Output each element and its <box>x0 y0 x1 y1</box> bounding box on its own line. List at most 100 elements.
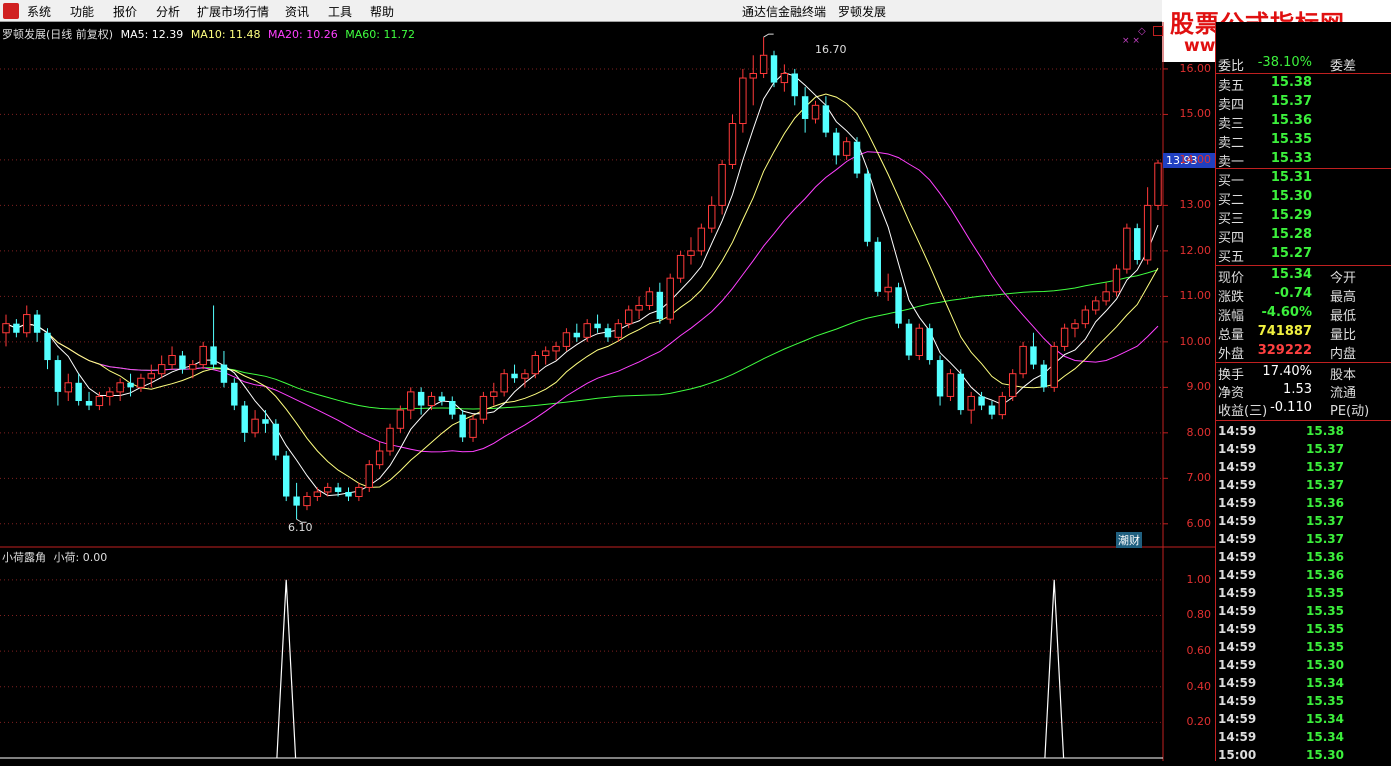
candle[interactable] <box>95 391 104 411</box>
menu-help[interactable]: 帮助 <box>370 3 394 20</box>
candle[interactable] <box>116 378 124 401</box>
candle[interactable] <box>313 487 322 502</box>
menu-analysis[interactable]: 分析 <box>156 3 180 20</box>
candle[interactable] <box>1071 319 1079 338</box>
candle[interactable] <box>386 423 394 456</box>
candle[interactable] <box>85 391 93 411</box>
candle[interactable] <box>718 159 726 215</box>
candle[interactable] <box>396 405 405 433</box>
candle[interactable] <box>811 100 820 124</box>
candle[interactable] <box>915 323 924 361</box>
candle[interactable] <box>864 169 871 247</box>
candle[interactable] <box>13 319 20 338</box>
candle[interactable] <box>272 419 280 461</box>
candle[interactable] <box>303 491 311 511</box>
candle[interactable] <box>417 387 425 415</box>
candle[interactable] <box>490 382 498 406</box>
menu-quote[interactable]: 报价 <box>113 3 137 20</box>
candle[interactable] <box>791 68 798 106</box>
menu-system[interactable]: 系统 <box>27 3 51 20</box>
candle[interactable] <box>541 346 550 365</box>
candle[interactable] <box>1112 264 1121 297</box>
candle[interactable] <box>500 369 508 397</box>
candle[interactable] <box>957 369 965 415</box>
candle[interactable] <box>770 50 778 88</box>
candle[interactable] <box>375 441 384 470</box>
candle[interactable] <box>199 341 207 370</box>
candle[interactable] <box>1123 223 1131 274</box>
candle[interactable] <box>54 355 62 406</box>
menu-function[interactable]: 功能 <box>70 3 94 20</box>
candle[interactable] <box>157 355 166 379</box>
candle[interactable] <box>1030 332 1037 370</box>
candle[interactable] <box>759 37 768 79</box>
candle[interactable] <box>573 323 581 342</box>
candle[interactable] <box>407 387 415 420</box>
candle[interactable] <box>1092 296 1100 315</box>
candle[interactable] <box>282 451 290 502</box>
candle[interactable] <box>449 396 456 420</box>
candle[interactable] <box>895 282 902 329</box>
candle[interactable] <box>624 305 633 329</box>
candle[interactable] <box>562 328 571 351</box>
candle[interactable] <box>44 328 51 370</box>
candle[interactable] <box>137 373 145 392</box>
candle[interactable] <box>210 305 217 370</box>
candle[interactable] <box>666 273 674 324</box>
menu-news[interactable]: 资讯 <box>285 3 309 20</box>
candle[interactable] <box>801 87 809 133</box>
candle[interactable] <box>106 387 114 406</box>
candle[interactable] <box>708 196 716 233</box>
candle[interactable] <box>1050 341 1058 392</box>
candle[interactable] <box>511 364 518 383</box>
candle[interactable] <box>884 273 892 301</box>
chaocai-badge[interactable]: 潮财 <box>1116 532 1142 548</box>
close-icon[interactable] <box>1153 26 1163 36</box>
candle[interactable] <box>998 391 1007 420</box>
candle[interactable] <box>469 414 477 442</box>
candle[interactable] <box>231 378 238 411</box>
candle[interactable] <box>874 237 882 297</box>
candle[interactable] <box>531 350 540 379</box>
candle[interactable] <box>833 128 840 165</box>
menu-tools[interactable]: 工具 <box>328 3 352 20</box>
candle[interactable] <box>345 487 352 502</box>
candle[interactable] <box>220 350 228 388</box>
candle[interactable] <box>967 391 975 424</box>
candle[interactable] <box>1102 282 1110 306</box>
candle[interactable] <box>241 400 248 442</box>
candle[interactable] <box>251 410 259 438</box>
candle[interactable] <box>905 319 913 361</box>
candle[interactable] <box>645 287 654 311</box>
candle[interactable] <box>293 482 300 520</box>
candle[interactable] <box>676 250 685 283</box>
candle[interactable] <box>988 400 996 420</box>
candle[interactable] <box>262 410 269 433</box>
candle[interactable] <box>656 282 664 324</box>
candle[interactable] <box>1154 159 1162 210</box>
candle[interactable] <box>438 391 446 406</box>
candle[interactable] <box>1008 369 1017 401</box>
candle[interactable] <box>1081 305 1090 329</box>
candle[interactable] <box>946 369 955 401</box>
candle[interactable] <box>936 355 944 406</box>
candle[interactable] <box>33 310 41 342</box>
candle[interactable] <box>427 391 436 411</box>
candle[interactable] <box>1134 223 1141 265</box>
candle[interactable] <box>853 137 861 179</box>
candle[interactable] <box>739 68 747 133</box>
candle[interactable] <box>842 137 851 160</box>
candle[interactable] <box>594 314 601 333</box>
candle[interactable] <box>1040 360 1048 392</box>
candle[interactable] <box>583 319 591 342</box>
candle[interactable] <box>64 373 72 401</box>
candle[interactable] <box>365 460 373 492</box>
candle[interactable] <box>780 64 789 92</box>
candle[interactable] <box>1143 187 1152 265</box>
candle[interactable] <box>552 341 560 361</box>
candle[interactable] <box>23 305 31 338</box>
candle[interactable] <box>926 323 933 365</box>
candle[interactable] <box>635 296 643 320</box>
candle[interactable] <box>1019 341 1027 379</box>
menu-extended-market[interactable]: 扩展市场行情 <box>197 3 269 20</box>
